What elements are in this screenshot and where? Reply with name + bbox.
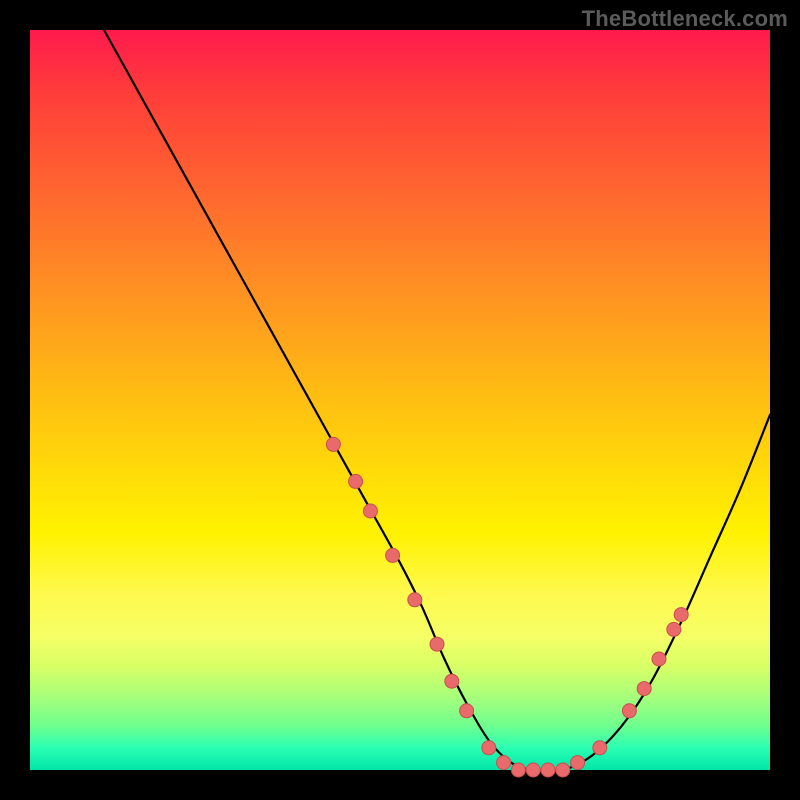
watermark-text: TheBottleneck.com xyxy=(582,6,788,32)
plot-area xyxy=(30,30,770,770)
curve-marker-dot xyxy=(556,763,570,777)
curve-marker-dot xyxy=(593,741,607,755)
chart-svg xyxy=(30,30,770,770)
curve-marker-dot xyxy=(460,704,474,718)
curve-marker-dot xyxy=(497,756,511,770)
curve-marker-dot xyxy=(674,608,688,622)
curve-marker-dot xyxy=(445,674,459,688)
curve-marker-dot xyxy=(652,652,666,666)
curve-marker-dot xyxy=(526,763,540,777)
chart-frame: TheBottleneck.com xyxy=(0,0,800,800)
curve-marker-dot xyxy=(482,741,496,755)
curve-marker-dot xyxy=(386,548,400,562)
curve-marker-dot xyxy=(622,704,636,718)
curve-marker-dot xyxy=(637,682,651,696)
curve-marker-dot xyxy=(326,437,340,451)
bottleneck-curve-path xyxy=(104,30,770,771)
curve-marker-dot xyxy=(571,756,585,770)
curve-marker-dot xyxy=(511,763,525,777)
curve-marker-dot xyxy=(363,504,377,518)
curve-markers xyxy=(326,437,688,777)
curve-marker-dot xyxy=(349,474,363,488)
curve-marker-dot xyxy=(667,622,681,636)
curve-marker-dot xyxy=(430,637,444,651)
curve-marker-dot xyxy=(541,763,555,777)
curve-marker-dot xyxy=(408,593,422,607)
